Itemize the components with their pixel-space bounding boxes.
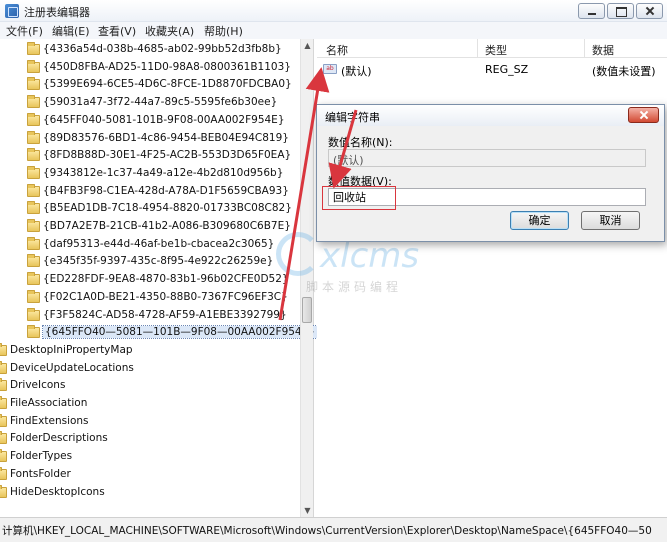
folder-icon — [27, 307, 40, 321]
tree-item-label: {9343812e-1c37-4a49-a12e-4b2d810d956b} — [43, 166, 284, 179]
minimize-button[interactable] — [578, 3, 605, 19]
column-data[interactable]: 数据 — [592, 42, 614, 58]
tree-item-label: {59031a47-3f72-44a7-89c5-5595fe6b30ee} — [43, 96, 278, 109]
maximize-button[interactable] — [607, 3, 634, 19]
registry-path: 计算机\HKEY_LOCAL_MACHINE\SOFTWARE\Microsof… — [2, 525, 652, 537]
menu-view[interactable]: 查看(V) — [98, 23, 136, 39]
folder-icon — [27, 77, 40, 91]
folder-icon — [27, 165, 40, 179]
tree-item-label: HideDesktopIcons — [10, 485, 105, 498]
list-item[interactable]: ab (默认) REG_SZ (数值未设置) — [317, 61, 667, 78]
dialog-title-bar: 编辑字符串 — [317, 105, 664, 126]
tree-item-label: FolderTypes — [10, 450, 73, 463]
registry-editor-icon — [5, 4, 19, 18]
folder-icon — [0, 484, 7, 498]
registry-tree: {4336a54d-038b-4685-ab02-99bb52d3fb8b} {4… — [0, 39, 318, 517]
tree-item-label: FileAssociation — [10, 397, 88, 409]
watermark-subtitle: 脚本源码编程 — [306, 280, 403, 294]
highlight-box — [322, 186, 396, 210]
folder-icon — [27, 272, 40, 286]
watermark-brand: xlcms — [320, 236, 420, 276]
status-bar: 计算机\HKEY_LOCAL_MACHINE\SOFTWARE\Microsof… — [0, 517, 667, 542]
folder-icon — [27, 201, 40, 215]
tree-item-label: {8FD8B88D-30E1-4F25-AC2B-553D3D65F0EA} — [43, 149, 292, 162]
folder-icon — [0, 466, 7, 480]
folder-icon — [0, 431, 7, 445]
column-divider[interactable] — [477, 39, 478, 58]
tree-item-label: {5399E694-6CE5-4D6C-8FCE-1D8870FDCBA0} — [43, 78, 292, 91]
folder-icon — [0, 378, 7, 392]
folder-icon — [27, 183, 40, 197]
value-name-field: (默认) — [328, 149, 646, 167]
value-type: REG_SZ — [485, 63, 529, 76]
value-name: (默认) — [341, 65, 372, 78]
folder-icon — [0, 396, 7, 409]
tree-item-label: {4336a54d-038b-4685-ab02-99bb52d3fb8b} — [43, 43, 282, 55]
reg-string-icon: ab — [323, 64, 337, 74]
tree-item-label: FindExtensions — [10, 414, 89, 427]
title-bar: 注册表编辑器 — [0, 0, 667, 22]
scroll-up-arrow-icon[interactable]: ▲ — [301, 39, 314, 52]
tree-item-label: DeviceUpdateLocations — [10, 361, 134, 374]
column-type[interactable]: 类型 — [485, 42, 507, 58]
menu-file[interactable]: 文件(F) — [6, 23, 43, 39]
folder-icon — [27, 219, 40, 232]
ok-button[interactable]: 确定 — [510, 211, 569, 230]
tree-item-label: FontsFolder — [10, 467, 71, 480]
cancel-button[interactable]: 取消 — [581, 211, 640, 230]
folder-icon — [27, 254, 40, 268]
value-name-label: 数值名称(N): — [328, 136, 393, 149]
folder-icon — [27, 59, 40, 73]
folder-icon — [27, 112, 40, 126]
menu-edit[interactable]: 编辑(E) — [52, 23, 90, 39]
folder-icon — [27, 95, 40, 109]
folder-icon — [0, 413, 7, 427]
column-name[interactable]: 名称 — [326, 42, 348, 58]
tree-item-label: DriveIcons — [10, 379, 66, 392]
edit-string-dialog: 编辑字符串 数值名称(N): (默认) 数值数据(V): 确定 取消 — [316, 104, 665, 242]
tree-item-label: FolderDescriptions — [10, 432, 108, 445]
menu-favorites[interactable]: 收藏夹(A) — [145, 23, 194, 39]
dialog-close-button[interactable] — [628, 107, 659, 123]
value-data: (数值未设置) — [592, 65, 656, 78]
tree-item-label: {89D83576-6BD1-4c86-9454-BEB04E94C819} — [43, 131, 289, 144]
tree-item-label: {e345f35f-9397-435c-8f95-4e922c26259e} — [43, 255, 274, 268]
menu-bar: 文件(F) 编辑(E) 查看(V) 收藏夹(A) 帮助(H) — [0, 22, 667, 39]
watermark: xlcms 脚本源码编程 — [272, 232, 472, 302]
tree-item-label: {B5EAD1DB-7C18-4954-8820-01733BC08C82} — [43, 202, 292, 215]
list-header: 名称 类型 数据 — [317, 39, 667, 58]
folder-icon — [0, 342, 7, 356]
tree-item-label: {F02C1A0D-BE21-4350-88B0-7367FC96EF3C} — [43, 290, 288, 303]
folder-icon — [27, 148, 40, 162]
tree-item-label: {645FFO40—5081—101B—9F08—00AA002F954E} — [42, 325, 318, 340]
tree-item-label: {ED228FDF-9EA8-4870-83b1-96b02CFE0D52} — [43, 273, 289, 286]
tree-item-label: {BD7A2E7B-21CB-41b2-A086-B309680C6B7E} — [43, 220, 291, 232]
tree-item-label: {645FF040-5081-101B-9F08-00AA002F954E} — [43, 113, 285, 126]
folder-icon — [27, 130, 40, 144]
folder-icon — [27, 289, 40, 303]
folder-icon — [27, 236, 40, 250]
tree-item-label: {450D8FBA-AD25-11D0-98A8-0800361B1103} — [43, 60, 291, 73]
folder-icon — [0, 360, 7, 374]
tree-item-label: {F3F5824C-AD58-4728-AF59-A1EBE3392799} — [43, 308, 287, 321]
folder-icon — [27, 325, 40, 339]
window-title: 注册表编辑器 — [24, 6, 90, 19]
menu-help[interactable]: 帮助(H) — [204, 23, 243, 39]
column-divider[interactable] — [584, 39, 585, 58]
close-button[interactable] — [636, 3, 663, 19]
tree-item-label: {daf95313-e44d-46af-be1b-cbacea2c3065} — [43, 237, 275, 250]
folder-icon — [27, 42, 40, 55]
tree-item-label: {B4FB3F98-C1EA-428d-A78A-D1F5659CBA93} — [43, 184, 289, 197]
tree-item-label: DesktopIniPropertyMap — [10, 343, 133, 356]
watermark-logo-icon — [276, 232, 320, 276]
scroll-down-arrow-icon[interactable]: ▼ — [301, 504, 314, 517]
dialog-title: 编辑字符串 — [325, 111, 380, 124]
folder-icon — [0, 449, 7, 463]
